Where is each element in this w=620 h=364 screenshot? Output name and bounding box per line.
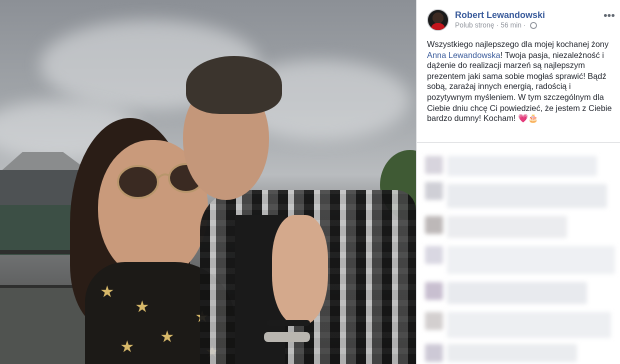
- blurred-block: [447, 156, 597, 176]
- avatar[interactable]: [427, 9, 449, 31]
- blurred-block: [447, 282, 587, 304]
- post-text-part: ! Twoja pasja, niezależność i dążenie do…: [427, 50, 612, 124]
- blurred-block: [425, 246, 443, 264]
- mention-link[interactable]: Anna Lewandowska: [427, 51, 500, 60]
- watch: [264, 332, 310, 342]
- globe-icon: [529, 22, 537, 29]
- blurred-block: [425, 344, 443, 362]
- post-text: Wszystkiego najlepszego dla mojej kochan…: [427, 40, 617, 125]
- man-hair: [186, 56, 282, 114]
- bracelet: [266, 320, 310, 326]
- blurred-block: [447, 344, 577, 362]
- divider: [417, 142, 620, 143]
- post-meta: Polub stronę · 56 min ·: [455, 22, 537, 29]
- post-photo[interactable]: ★ ★ ★ ★ ★ ★: [0, 0, 416, 364]
- blurred-block: [447, 216, 567, 238]
- cake-emoji-icon: 🎂: [528, 114, 539, 124]
- post-text-part: Wszystkiego najlepszego dla mojej kochan…: [427, 40, 609, 49]
- blurred-comments: [417, 146, 620, 364]
- blurred-block: [447, 312, 611, 338]
- heart-emoji-icon: 💗: [518, 114, 529, 124]
- blurred-block: [447, 184, 607, 208]
- star-pattern: ★: [120, 339, 135, 356]
- blurred-block: [425, 156, 443, 174]
- avatar-jersey: [431, 23, 445, 30]
- author-name[interactable]: Robert Lewandowski: [455, 10, 545, 20]
- blurred-block: [447, 246, 615, 274]
- woman-hand: [272, 215, 328, 325]
- post-time[interactable]: 56 min: [501, 22, 522, 29]
- post-panel: Robert Lewandowski Polub stronę · 56 min…: [416, 0, 620, 364]
- blurred-block: [425, 282, 443, 300]
- blurred-block: [425, 182, 443, 200]
- blurred-block: [425, 312, 443, 330]
- meta-separator: ·: [496, 22, 499, 30]
- blurred-block: [425, 216, 443, 234]
- meta-separator: ·: [523, 22, 526, 30]
- post-header: Robert Lewandowski Polub stronę · 56 min…: [427, 9, 617, 37]
- star-pattern: ★: [135, 299, 150, 316]
- star-pattern: ★: [160, 329, 175, 346]
- star-pattern: ★: [100, 284, 115, 301]
- follow-page-link[interactable]: Polub stronę: [455, 22, 494, 29]
- more-dots-icon[interactable]: •••: [603, 11, 615, 22]
